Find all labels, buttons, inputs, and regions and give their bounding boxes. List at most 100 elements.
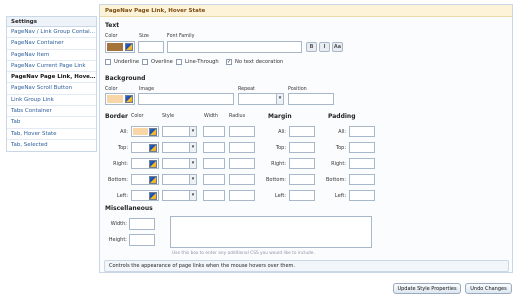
bg-image-input[interactable]: [138, 93, 234, 105]
chevron-down-icon: ▾: [189, 175, 196, 184]
sidebar-item-tabs-container[interactable]: Tabs Container: [7, 106, 96, 118]
bold-button[interactable]: B: [306, 42, 317, 52]
bg-color-swatch[interactable]: [105, 93, 135, 105]
border-all-color-fill: [133, 128, 148, 135]
border-row-label: All:: [120, 129, 128, 135]
sidebar-item-tab[interactable]: Tab: [7, 117, 96, 129]
font-family-input[interactable]: [167, 41, 302, 53]
extra-css-textarea[interactable]: [170, 216, 372, 248]
border-right-color-swatch[interactable]: [131, 158, 159, 169]
border-right-radius-input[interactable]: [229, 158, 255, 169]
padding-top-input[interactable]: [349, 142, 375, 153]
sidebar-item-pagenav-scroll-button[interactable]: PageNav Scroll Button: [7, 83, 96, 95]
margin-row-label: Bottom:: [265, 177, 286, 183]
margin-all-input[interactable]: [289, 126, 315, 137]
border-radius-col: Radius: [229, 114, 246, 119]
margin-right-input[interactable]: [289, 158, 315, 169]
border-left-radius-input[interactable]: [229, 190, 255, 201]
border-color-col: Color: [131, 114, 144, 119]
chevron-down-icon: ▾: [189, 191, 196, 200]
border-top-width-input[interactable]: [203, 142, 225, 153]
text-color-label: Color: [105, 34, 118, 39]
margin-row-label: Left:: [274, 193, 286, 199]
margin-bottom-input[interactable]: [289, 174, 315, 185]
color-picker-icon[interactable]: [125, 95, 133, 103]
no-text-decoration-label: No text decoration: [235, 59, 284, 65]
bg-repeat-select[interactable]: ▾: [238, 93, 284, 105]
padding-bottom-input[interactable]: [349, 174, 375, 185]
color-picker-icon[interactable]: [149, 160, 157, 168]
bg-color-fill: [107, 95, 123, 103]
border-left-style-select[interactable]: ▾: [162, 190, 197, 201]
border-right-width-input[interactable]: [203, 158, 225, 169]
padding-row-label: All:: [338, 129, 346, 135]
misc-height-input[interactable]: [129, 234, 155, 246]
line-through-label: Line-Through: [185, 59, 219, 65]
border-all-color-swatch[interactable]: [131, 126, 159, 137]
border-all-style-select[interactable]: ▾: [162, 126, 197, 137]
sidebar-item-link-group-link[interactable]: Link Group Link: [7, 95, 96, 107]
overline-checkbox[interactable]: [142, 59, 148, 65]
border-left-color-swatch[interactable]: [131, 190, 159, 201]
bg-position-label: Position: [288, 87, 307, 92]
misc-width-label: Width:: [110, 221, 127, 227]
padding-left-input[interactable]: [349, 190, 375, 201]
text-heading: Text: [105, 22, 120, 29]
padding-row-label: Left:: [334, 193, 346, 199]
overline-label: Overline: [151, 59, 173, 65]
sidebar-heading: Settings: [7, 17, 96, 27]
sidebar-item-tab-selected[interactable]: Tab, Selected: [7, 140, 96, 151]
chevron-down-icon: ▾: [189, 159, 196, 168]
case-button[interactable]: Aa: [332, 42, 343, 52]
bg-position-input[interactable]: [288, 93, 334, 105]
border-right-style-select[interactable]: ▾: [162, 158, 197, 169]
border-bottom-radius-input[interactable]: [229, 174, 255, 185]
color-picker-icon[interactable]: [125, 43, 133, 51]
border-bottom-color-swatch[interactable]: [131, 174, 159, 185]
style-properties-panel: PageNav Page Link, Hover State Text Colo…: [99, 4, 513, 273]
settings-sidebar: Settings PageNav / Link Group Container …: [6, 16, 97, 153]
border-style-col: Style: [162, 114, 175, 119]
padding-right-input[interactable]: [349, 158, 375, 169]
padding-all-input[interactable]: [349, 126, 375, 137]
border-left-width-input[interactable]: [203, 190, 225, 201]
margin-top-input[interactable]: [289, 142, 315, 153]
margin-left-input[interactable]: [289, 190, 315, 201]
border-bottom-width-input[interactable]: [203, 174, 225, 185]
color-picker-icon[interactable]: [149, 128, 157, 136]
text-color-swatch[interactable]: [105, 41, 135, 53]
text-size-label: Size: [139, 34, 149, 39]
margin-row-label: Right:: [271, 161, 286, 167]
underline-checkbox[interactable]: [105, 59, 111, 65]
text-color-fill: [107, 43, 123, 51]
border-top-radius-input[interactable]: [229, 142, 255, 153]
border-bottom-style-select[interactable]: ▾: [162, 174, 197, 185]
line-through-checkbox[interactable]: [176, 59, 182, 65]
padding-heading: Padding: [328, 113, 356, 120]
border-all-radius-input[interactable]: [229, 126, 255, 137]
bg-image-label: Image: [139, 87, 155, 92]
no-text-decoration-checkbox[interactable]: ✓: [226, 59, 232, 65]
sidebar-item-tab-hover-state[interactable]: Tab, Hover State: [7, 129, 96, 140]
update-style-properties-button[interactable]: Update Style Properties: [393, 283, 461, 294]
text-size-input[interactable]: [138, 41, 164, 53]
border-top-style-select[interactable]: ▾: [162, 142, 197, 153]
sidebar-item-pagenav-page-link-hover[interactable]: PageNav Page Link, Hover St...: [7, 72, 96, 84]
sidebar-item-pagenav-link-group-container[interactable]: PageNav / Link Group Container: [7, 27, 96, 39]
color-picker-icon[interactable]: [149, 192, 157, 200]
border-width-col: Width: [204, 114, 218, 119]
border-all-width-input[interactable]: [203, 126, 225, 137]
border-heading: Border: [105, 113, 128, 120]
undo-changes-button[interactable]: Undo Changes: [465, 283, 512, 294]
color-picker-icon[interactable]: [149, 176, 157, 184]
color-picker-icon[interactable]: [149, 144, 157, 152]
sidebar-item-pagenav-container[interactable]: PageNav Container: [7, 38, 96, 50]
underline-label: Underline: [114, 59, 140, 65]
border-top-color-swatch[interactable]: [131, 142, 159, 153]
misc-heading: Miscellaneous: [105, 205, 153, 212]
sidebar-item-pagenav-item[interactable]: PageNav Item: [7, 50, 96, 61]
italic-button[interactable]: I: [319, 42, 330, 52]
bg-repeat-label: Repeat: [238, 87, 255, 92]
sidebar-item-pagenav-current-page-link[interactable]: PageNav Current Page Link: [7, 61, 96, 73]
misc-width-input[interactable]: [129, 218, 155, 230]
